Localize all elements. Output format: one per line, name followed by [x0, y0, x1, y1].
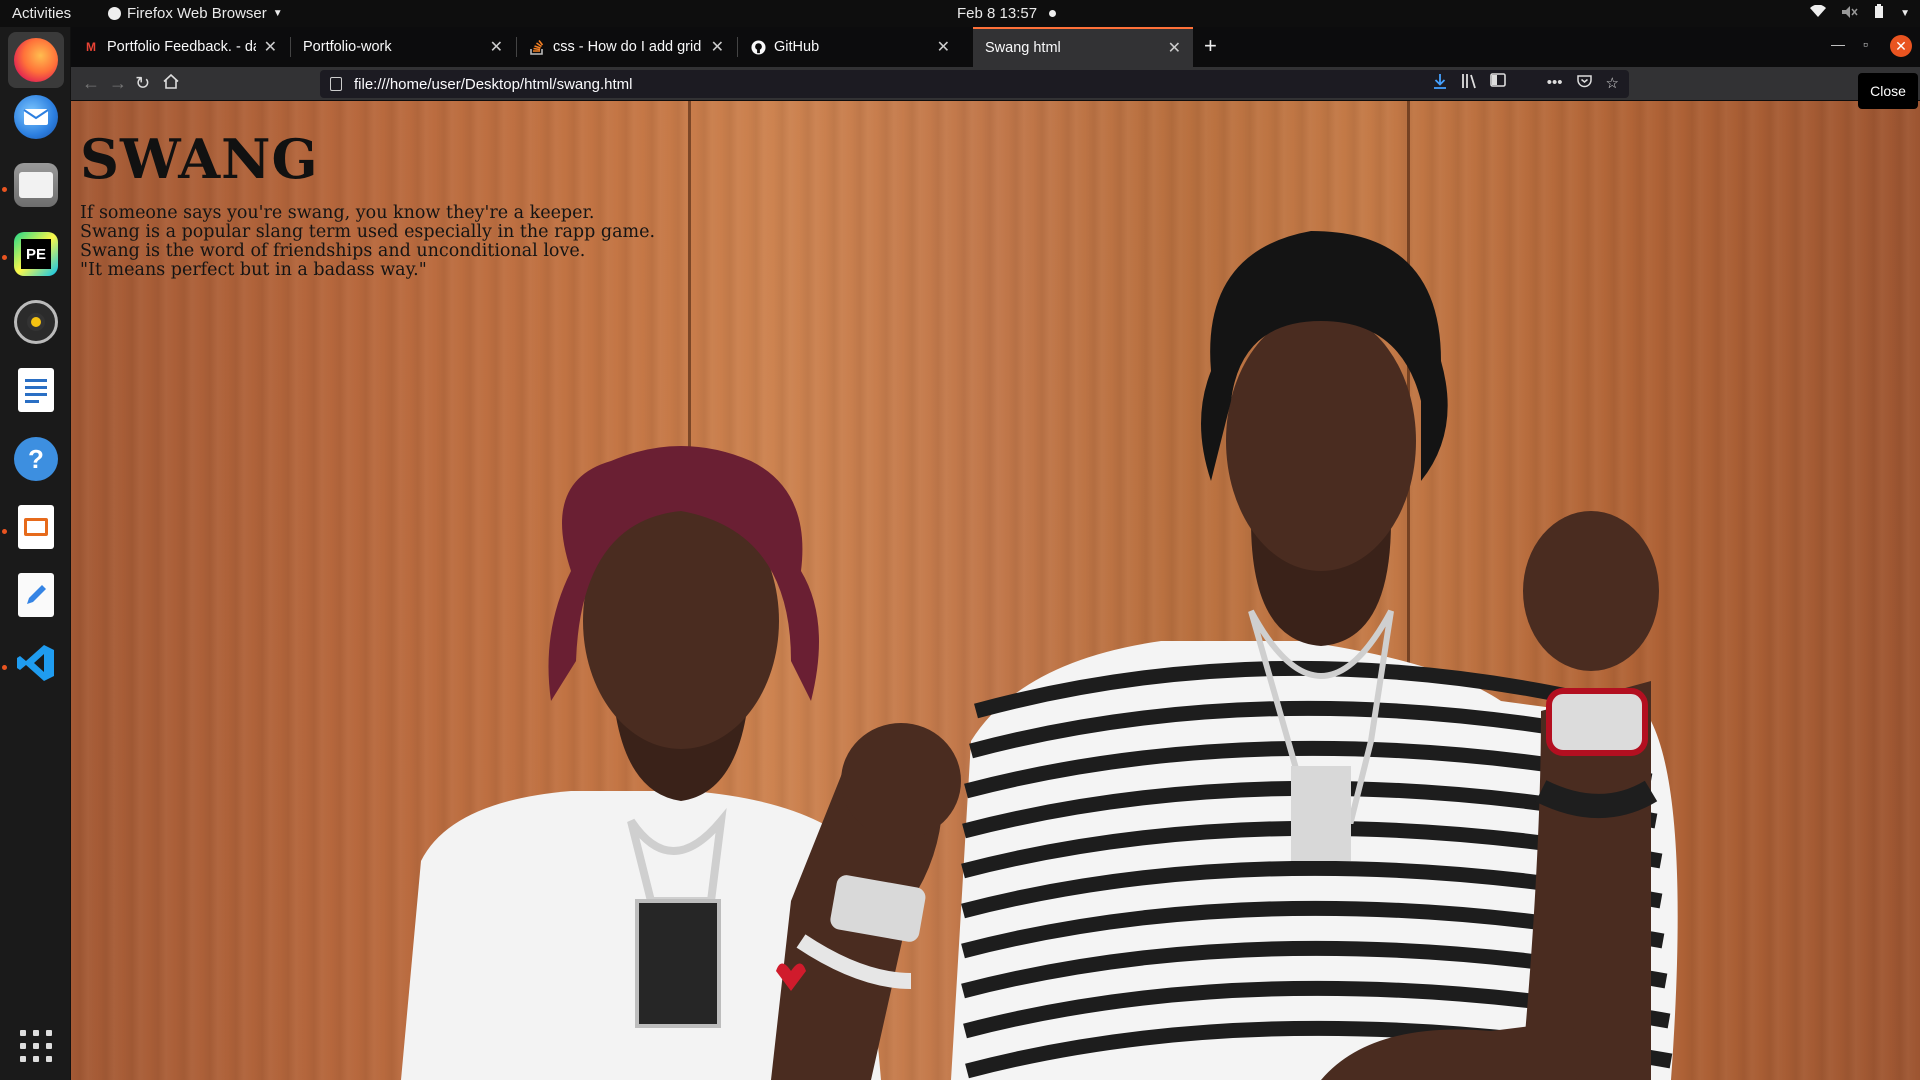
sidebar-icon[interactable]: [1490, 73, 1506, 92]
text-editor-icon: [18, 573, 54, 617]
restore-button[interactable]: ▫: [1863, 36, 1868, 52]
left-person: [401, 446, 961, 1080]
reload-button[interactable]: ↻: [135, 73, 150, 94]
tab-bar: M Portfolio Feedback. - dal ✕ Portfolio-…: [71, 27, 1920, 67]
dock-pycharm[interactable]: PE: [8, 226, 64, 282]
firefox-icon: [14, 38, 58, 82]
caret-down-icon: ▼: [272, 8, 283, 19]
description-line: "It means perfect but in a badass way.": [80, 260, 427, 280]
dock-text-editor[interactable]: [8, 567, 64, 623]
forward-button[interactable]: →: [109, 73, 127, 94]
activities-button[interactable]: Activities: [12, 5, 71, 22]
running-indicator-icon: [2, 665, 7, 670]
tab-portfolio-work[interactable]: Portfolio-work ✕: [291, 27, 515, 67]
close-tab-icon[interactable]: ✕: [264, 37, 277, 57]
tab-swang-html[interactable]: Swang html ✕: [973, 27, 1193, 67]
window-close-button[interactable]: ✕: [1890, 35, 1912, 57]
dock-writer[interactable]: [8, 362, 64, 418]
description-line: If someone says you're swang, you know t…: [80, 203, 595, 223]
show-applications-icon[interactable]: [20, 1030, 52, 1062]
close-tooltip: Close: [1858, 73, 1918, 109]
close-tab-icon[interactable]: ✕: [490, 37, 503, 57]
new-tab-button[interactable]: +: [1204, 33, 1217, 59]
dock: PE ?: [0, 27, 71, 1080]
pocket-icon[interactable]: [1576, 74, 1592, 92]
firefox-small-icon: [108, 7, 121, 20]
thunderbird-icon: [14, 95, 58, 139]
system-tray[interactable]: ▼: [1810, 4, 1910, 22]
tab-label: GitHub: [774, 39, 820, 55]
close-tab-icon[interactable]: ✕: [711, 37, 724, 57]
dock-help[interactable]: ?: [8, 431, 64, 487]
tab-label: Portfolio Feedback. - dal: [107, 39, 256, 55]
downloads-icon[interactable]: [1433, 73, 1447, 94]
web-page: SWANG If someone says you're swang, you …: [71, 101, 1920, 1080]
navigation-toolbar: ← → ↻ file:///home/user/Desktop/html/swa…: [71, 67, 1920, 101]
page-title: SWANG: [80, 127, 319, 191]
running-indicator-icon: [2, 187, 7, 192]
description-line: Swang is the word of friendships and unc…: [80, 241, 586, 261]
tab-label: Swang html: [985, 40, 1061, 56]
system-top-bar: Activities Firefox Web Browser ▼ Feb 8 1…: [0, 0, 1920, 27]
more-actions-icon[interactable]: •••: [1547, 74, 1563, 92]
running-indicator-icon: [2, 529, 7, 534]
close-tab-icon[interactable]: ✕: [937, 37, 950, 57]
dock-thunderbird[interactable]: [8, 89, 64, 145]
dock-firefox[interactable]: [8, 32, 64, 88]
tab-label: css - How do I add grid in: [553, 39, 703, 55]
page-actions: ••• ☆: [1547, 74, 1619, 92]
battery-icon: [1874, 4, 1884, 22]
rhythmbox-icon: [14, 300, 58, 344]
wifi-icon: [1810, 4, 1827, 21]
github-icon: [750, 39, 766, 55]
vscode-icon: [14, 641, 58, 685]
right-person: [951, 231, 1678, 1080]
impress-icon: [18, 505, 54, 549]
notification-dot-icon: [1049, 10, 1057, 17]
url-text: file:///home/user/Desktop/html/swang.htm…: [354, 75, 633, 93]
files-icon: [14, 163, 58, 207]
help-icon: ?: [14, 437, 58, 481]
description-line: Swang is a popular slang term used espec…: [80, 222, 656, 242]
pycharm-label: PE: [21, 239, 51, 269]
close-tab-icon[interactable]: ✕: [1168, 38, 1181, 58]
clock[interactable]: Feb 8 13:57: [957, 5, 1057, 22]
tab-label: Portfolio-work: [303, 39, 392, 55]
library-icon[interactable]: [1461, 73, 1479, 94]
caret-down-icon: ▼: [1900, 7, 1910, 19]
home-button[interactable]: [163, 73, 179, 94]
volume-muted-icon: [1842, 5, 1858, 22]
back-button[interactable]: ←: [82, 73, 100, 94]
tab-github[interactable]: GitHub ✕: [738, 27, 962, 67]
running-indicator-icon: [2, 255, 7, 260]
tab-css-grid-question[interactable]: css - How do I add grid in ✕: [517, 27, 736, 67]
tab-portfolio-feedback[interactable]: M Portfolio Feedback. - dal ✕: [71, 27, 289, 67]
dock-rhythmbox[interactable]: [8, 294, 64, 350]
app-menu-label: Firefox Web Browser: [127, 5, 267, 22]
minimize-button[interactable]: —: [1831, 36, 1845, 52]
pycharm-icon: PE: [14, 232, 58, 276]
page-icon: [330, 77, 342, 91]
dock-vscode[interactable]: [8, 635, 64, 691]
dock-files[interactable]: [8, 157, 64, 213]
app-menu[interactable]: Firefox Web Browser ▼: [108, 5, 283, 22]
bookmark-star-icon[interactable]: ☆: [1606, 74, 1619, 92]
writer-icon: [18, 368, 54, 412]
clock-text: Feb 8 13:57: [957, 5, 1038, 22]
dock-impress[interactable]: [8, 499, 64, 555]
gmail-icon: M: [86, 40, 96, 54]
stackoverflow-icon: [529, 39, 545, 55]
page-description: If someone says you're swang, you know t…: [80, 204, 655, 280]
